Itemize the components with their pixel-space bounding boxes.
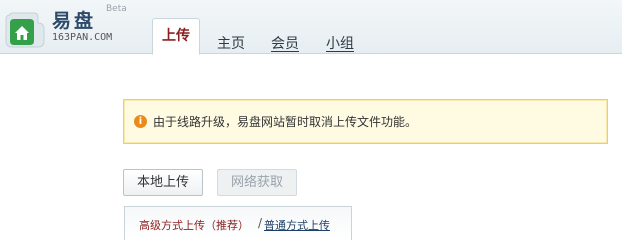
tab-group[interactable]: 小组 [326, 33, 354, 53]
notice-box: i 由于线路升级，易盘网站暂时取消上传文件功能。 [123, 99, 608, 144]
tab-upload[interactable]: 上传 [152, 18, 200, 55]
logo-domain: 163PAN.COM [52, 32, 113, 43]
logo-house-icon[interactable] [4, 11, 46, 49]
tab-home[interactable]: 主页 [217, 33, 245, 53]
info-icon: i [134, 115, 147, 128]
normal-upload-link[interactable]: 普通方式上传 [264, 217, 330, 233]
beta-badge: Beta [106, 4, 127, 14]
network-fetch-button[interactable]: 网络获取 [217, 169, 297, 196]
upload-options-bar: 高级方式上传（推荐） / 普通方式上传 [124, 206, 352, 240]
advanced-upload-link[interactable]: 高级方式上传（推荐） [139, 217, 249, 233]
logo-title[interactable]: 易盘 [52, 6, 96, 33]
notice-text: 由于线路升级，易盘网站暂时取消上传文件功能。 [153, 115, 418, 129]
tab-member[interactable]: 会员 [271, 33, 299, 53]
site-header: 易盘 Beta 163PAN.COM 上传 主页 会员 小组 [0, 0, 622, 55]
local-upload-button[interactable]: 本地上传 [123, 169, 203, 196]
options-separator: / [258, 216, 263, 230]
